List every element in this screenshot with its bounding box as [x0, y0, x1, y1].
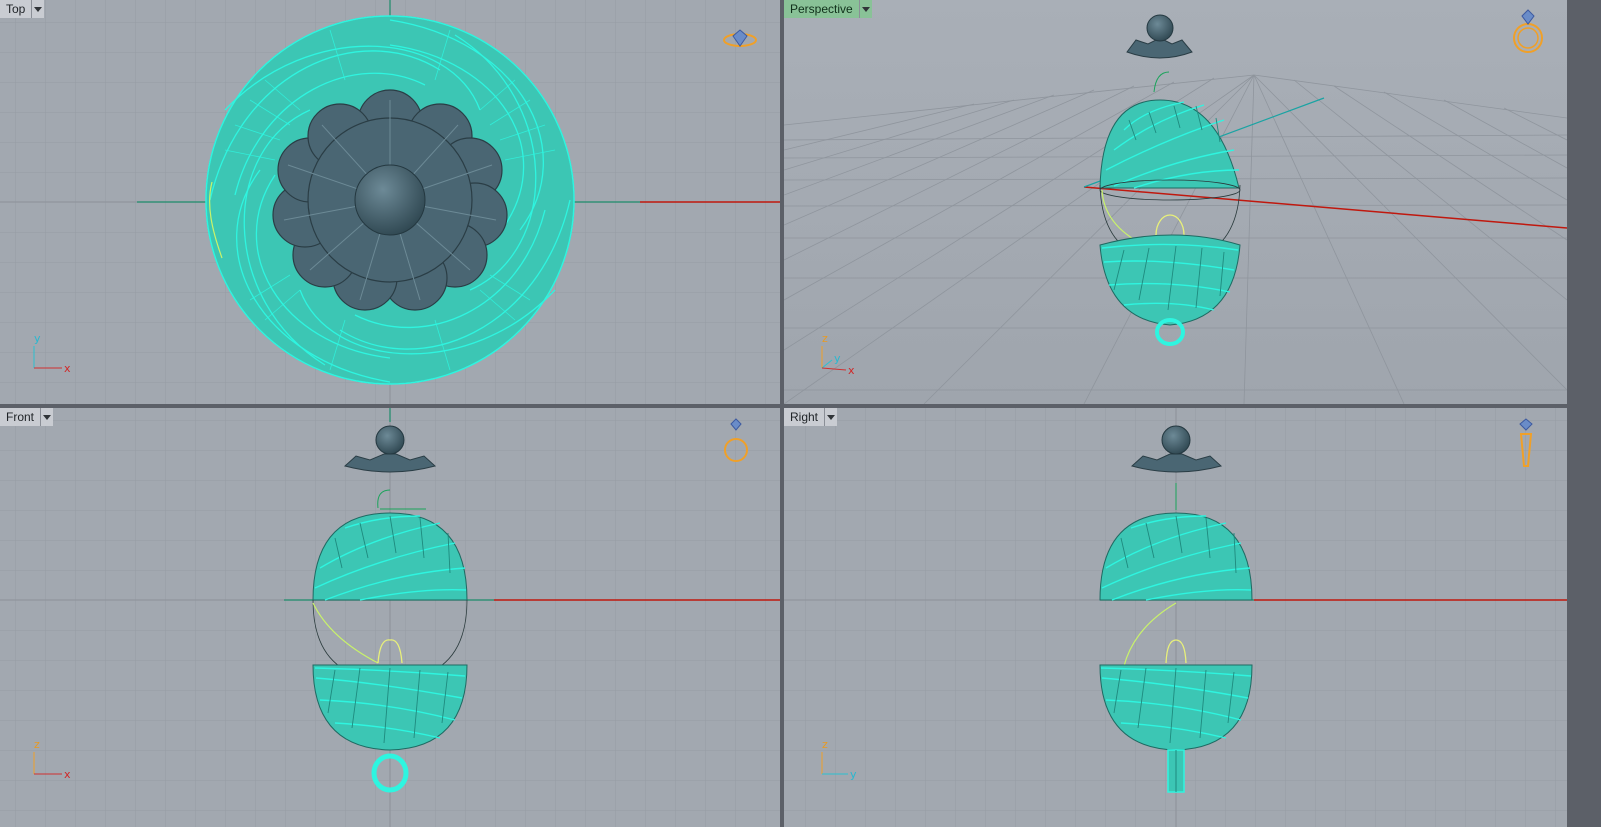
- viewport-perspective[interactable]: Perspective z y x: [784, 0, 1567, 404]
- axis-label-x: x: [64, 362, 71, 375]
- dropdown-arrow-icon[interactable]: [32, 0, 45, 18]
- axis-label-z: z: [822, 738, 828, 751]
- axis-label-x: x: [64, 768, 71, 781]
- front-view-canvas[interactable]: z x: [0, 408, 780, 827]
- dropdown-arrow-icon[interactable]: [859, 0, 872, 18]
- dropdown-arrow-icon[interactable]: [825, 408, 838, 426]
- axis-label-z: z: [34, 738, 40, 751]
- viewport-tab-perspective[interactable]: Perspective: [784, 0, 872, 18]
- viewport-front[interactable]: Front z x: [0, 408, 780, 827]
- perspective-view-canvas[interactable]: z y x: [784, 0, 1567, 404]
- viewport-title-perspective[interactable]: Perspective: [784, 0, 860, 18]
- viewport-tab-front[interactable]: Front: [0, 408, 54, 426]
- viewport-title-right[interactable]: Right: [784, 408, 826, 426]
- viewport-title-front[interactable]: Front: [0, 408, 42, 426]
- viewport-title-top[interactable]: Top: [0, 0, 33, 18]
- top-view-canvas[interactable]: y x: [0, 0, 780, 404]
- axis-label-y: y: [34, 332, 41, 345]
- right-view-canvas[interactable]: z y: [784, 408, 1567, 827]
- axis-label-y: y: [834, 352, 841, 365]
- viewport-tab-right[interactable]: Right: [784, 408, 838, 426]
- viewport-tab-top[interactable]: Top: [0, 0, 45, 18]
- dropdown-arrow-icon[interactable]: [41, 408, 54, 426]
- viewport-right[interactable]: Right z y: [784, 408, 1567, 827]
- axis-label-y: y: [850, 768, 857, 781]
- viewport-top[interactable]: Top y x: [0, 0, 780, 404]
- axis-label-z: z: [822, 332, 828, 345]
- axis-label-x: x: [848, 364, 855, 377]
